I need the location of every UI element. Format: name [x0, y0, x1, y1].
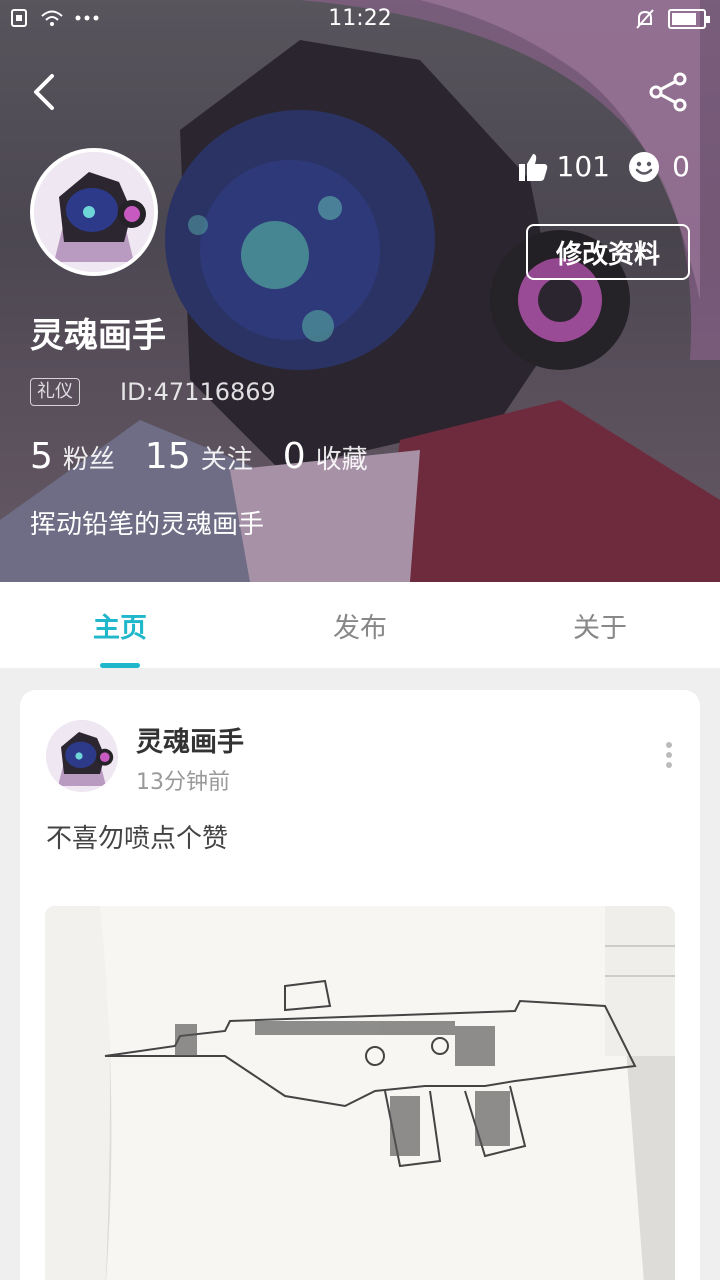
- mute-bell-icon: [636, 9, 654, 29]
- edit-profile-button[interactable]: 修改资料: [526, 224, 690, 280]
- emotes-counter[interactable]: 0: [628, 150, 690, 183]
- tab-posts-label: 发布: [333, 612, 387, 644]
- share-icon[interactable]: [646, 70, 690, 114]
- profile-username: 灵魂画手: [30, 316, 166, 356]
- emotes-count: 0: [672, 150, 690, 183]
- stat-following[interactable]: 15 关注: [145, 436, 253, 477]
- battery-icon: [668, 9, 710, 29]
- status-bar: 11:22: [0, 0, 720, 40]
- likes-count: 101: [556, 150, 610, 183]
- post-author-avatar[interactable]: [46, 720, 118, 792]
- post-text: 不喜勿喷点个赞: [46, 824, 229, 854]
- user-tag-badge: 礼仪: [30, 378, 80, 406]
- more-options-icon[interactable]: [664, 742, 674, 772]
- user-id: ID:47116869: [120, 378, 276, 406]
- pencil-drawing-image: [45, 906, 675, 1280]
- stat-followers-label: 粉丝: [62, 445, 115, 475]
- post-avatar-image: [46, 720, 118, 792]
- profile-tabs: 主页 发布 关于: [0, 582, 720, 668]
- thumbs-up-icon: [518, 153, 547, 181]
- status-time: 11:22: [328, 6, 392, 31]
- post-timestamp: 13分钟前: [136, 770, 230, 795]
- profile-stats: 5 粉丝 15 关注 0 收藏: [30, 436, 398, 477]
- stat-favorites[interactable]: 0 收藏: [283, 436, 368, 477]
- profile-avatar[interactable]: [30, 148, 158, 276]
- post-image[interactable]: [45, 906, 675, 1280]
- profile-header: 11:22 101 0 修改资料 灵魂画手 礼仪 ID:47116869 5 粉…: [0, 0, 720, 582]
- stat-followers-value: 5: [30, 436, 53, 477]
- tab-about[interactable]: 关于: [480, 582, 720, 668]
- stat-favorites-label: 收藏: [315, 445, 368, 475]
- back-icon[interactable]: [26, 70, 66, 114]
- stat-followers[interactable]: 5 粉丝: [30, 436, 115, 477]
- stat-following-value: 15: [144, 436, 191, 477]
- tab-active-indicator: [100, 663, 140, 668]
- tab-home-label: 主页: [93, 612, 147, 644]
- post-card[interactable]: 灵魂画手 13分钟前 不喜勿喷点个赞: [20, 690, 700, 1280]
- likes-counter[interactable]: 101: [517, 150, 610, 183]
- stat-favorites-value: 0: [282, 436, 306, 477]
- header-overlay: [0, 0, 720, 582]
- stat-following-label: 关注: [200, 445, 253, 475]
- tab-about-label: 关于: [573, 612, 627, 644]
- status-icons-right: [634, 8, 710, 30]
- avatar-image: [34, 152, 154, 272]
- post-author-name[interactable]: 灵魂画手: [136, 720, 244, 759]
- tab-home[interactable]: 主页: [0, 582, 240, 668]
- tab-posts[interactable]: 发布: [240, 582, 480, 668]
- smiley-icon: [629, 151, 660, 182]
- profile-bio: 挥动铅笔的灵魂画手: [30, 510, 265, 540]
